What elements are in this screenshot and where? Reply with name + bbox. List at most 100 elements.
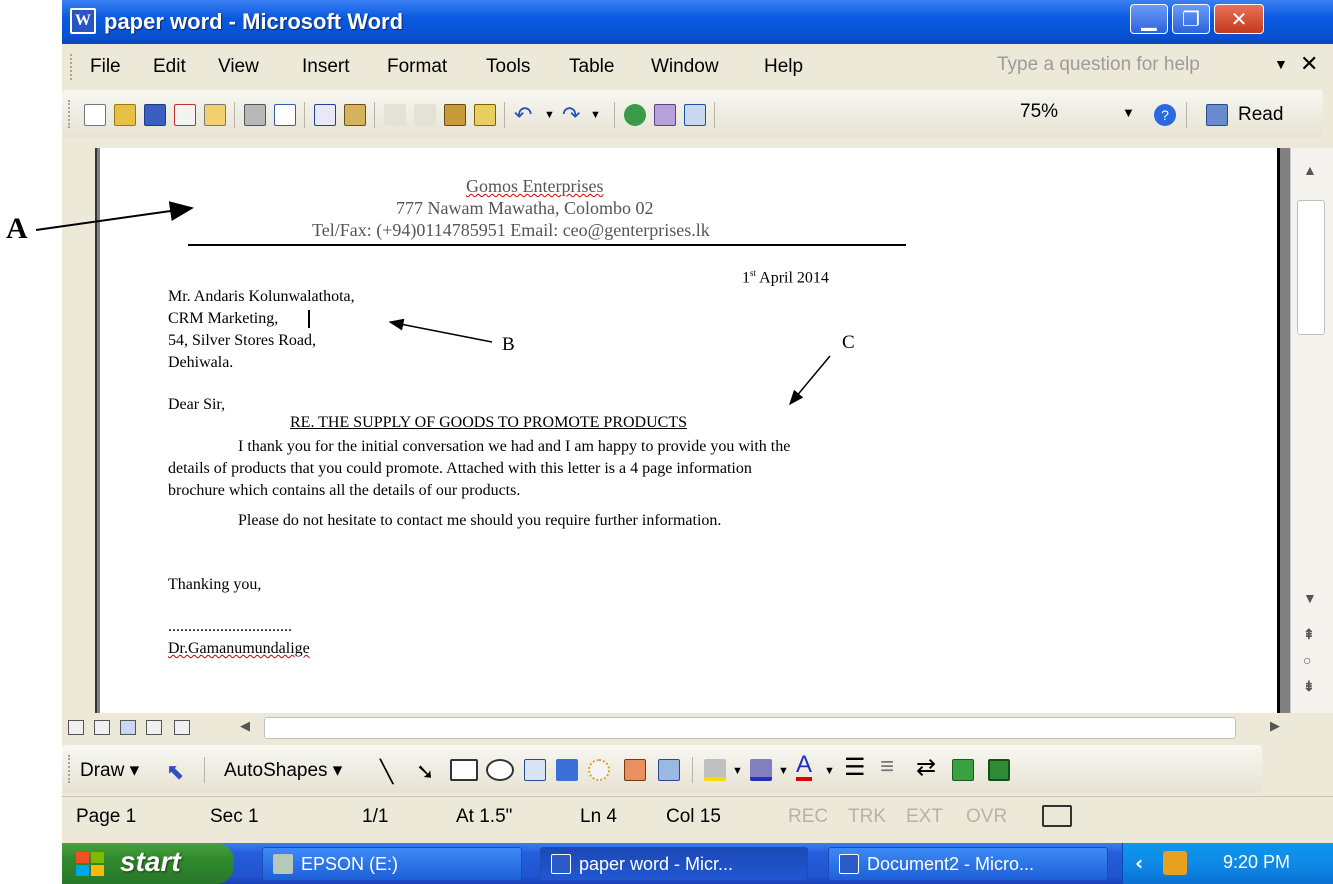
menu-view[interactable]: View	[218, 56, 259, 78]
insert-table-icon[interactable]	[684, 104, 706, 126]
normal-view-icon[interactable]	[68, 720, 84, 735]
zoom-dropdown-icon[interactable]: ▼	[1122, 105, 1135, 120]
start-button[interactable]: start	[62, 843, 234, 884]
select-objects-icon[interactable]: ⬉	[166, 759, 184, 785]
vertical-scrollbar[interactable]: ▲ ▼ ⇞ ○ ⇟	[1290, 148, 1333, 713]
menu-insert[interactable]: Insert	[302, 56, 350, 78]
redo-icon[interactable]: ↷	[562, 104, 584, 126]
print-preview-icon[interactable]	[274, 104, 296, 126]
toolbar-grip[interactable]	[68, 100, 71, 128]
font-color-dropdown-icon[interactable]: ▼	[824, 765, 835, 777]
close-button[interactable]: ✕	[1214, 4, 1264, 34]
menu-window[interactable]: Window	[651, 56, 719, 78]
cut-icon[interactable]	[384, 104, 406, 126]
status-rec[interactable]: REC	[788, 806, 828, 828]
vertical-ruler	[62, 148, 97, 713]
scroll-down-icon[interactable]: ▼	[1303, 590, 1317, 606]
save-icon[interactable]	[144, 104, 166, 126]
text-box-icon[interactable]	[524, 759, 546, 781]
spelling-icon[interactable]	[314, 104, 336, 126]
word-document-icon	[551, 854, 571, 874]
minimize-button[interactable]: ▁	[1130, 4, 1168, 34]
scroll-left-icon[interactable]: ◀	[240, 718, 250, 734]
open-icon[interactable]	[114, 104, 136, 126]
scroll-right-icon[interactable]: ▶	[1270, 718, 1280, 734]
zoom-box[interactable]: 75%	[1020, 101, 1058, 123]
undo-icon[interactable]: ↶	[514, 104, 536, 126]
email-icon[interactable]	[204, 104, 226, 126]
maximize-button[interactable]: ❐	[1172, 4, 1210, 34]
help-icon[interactable]: ?	[1154, 104, 1176, 126]
oval-icon[interactable]	[486, 759, 514, 781]
line-style-icon[interactable]: ☰	[844, 753, 866, 782]
help-dropdown-icon[interactable]: ▼	[1274, 56, 1288, 72]
document-close-icon[interactable]: ✕	[1300, 52, 1318, 77]
read-icon[interactable]	[1206, 104, 1228, 126]
font-color-icon[interactable]: A	[796, 753, 813, 781]
wordart-icon[interactable]	[556, 759, 578, 781]
hyperlink-icon[interactable]	[624, 104, 646, 126]
menu-tools[interactable]: Tools	[486, 56, 530, 78]
permission-icon[interactable]	[174, 104, 196, 126]
print-layout-view-icon[interactable]	[120, 720, 136, 735]
clock[interactable]: 9:20 PM	[1223, 852, 1290, 873]
menu-file[interactable]: File	[90, 56, 121, 78]
taskbar-button-epson[interactable]: EPSON (E:)	[262, 847, 522, 881]
ask-question-box[interactable]: Type a question for help	[997, 54, 1200, 76]
paste-icon[interactable]	[444, 104, 466, 126]
tables-borders-icon[interactable]	[654, 104, 676, 126]
diagram-icon[interactable]	[588, 759, 610, 781]
document-page[interactable]: Gomos Enterprises 777 Nawam Mawatha, Col…	[100, 148, 1280, 713]
menu-table[interactable]: Table	[569, 56, 614, 78]
arrow-icon[interactable]: ➘	[416, 759, 434, 785]
rectangle-icon[interactable]	[450, 759, 478, 781]
line-color-dropdown-icon[interactable]: ▼	[778, 765, 789, 777]
research-icon[interactable]	[344, 104, 366, 126]
format-painter-icon[interactable]	[474, 104, 496, 126]
dash-style-icon[interactable]: ≡	[880, 753, 894, 781]
vertical-scroll-thumb[interactable]	[1297, 200, 1325, 335]
menu-grip[interactable]	[70, 54, 73, 80]
reading-layout-view-icon[interactable]	[174, 720, 190, 735]
previous-page-icon[interactable]: ⇞	[1303, 626, 1315, 643]
horizontal-scrollbar[interactable]	[264, 717, 1236, 739]
menu-help[interactable]: Help	[764, 56, 803, 78]
shadow-icon[interactable]	[952, 759, 974, 781]
fill-color-icon[interactable]	[704, 759, 726, 781]
status-ext[interactable]: EXT	[906, 806, 943, 828]
copy-icon[interactable]	[414, 104, 436, 126]
word-app-icon[interactable]: W	[70, 8, 96, 34]
line-color-icon[interactable]	[750, 759, 772, 781]
new-icon[interactable]	[84, 104, 106, 126]
taskbar-button-document2[interactable]: Document2 - Micro...	[828, 847, 1108, 881]
line-icon[interactable]: ╲	[380, 759, 393, 785]
3d-icon[interactable]	[988, 759, 1010, 781]
web-layout-view-icon[interactable]	[94, 720, 110, 735]
clip-art-icon[interactable]	[624, 759, 646, 781]
select-browse-object-icon[interactable]: ○	[1303, 652, 1311, 668]
outline-view-icon[interactable]	[146, 720, 162, 735]
status-ovr[interactable]: OVR	[966, 806, 1007, 828]
print-icon[interactable]	[244, 104, 266, 126]
redo-dropdown-icon[interactable]: ▼	[590, 104, 612, 126]
arrow-style-icon[interactable]: ⇄	[916, 753, 936, 782]
annotation-arrows	[388, 318, 831, 406]
status-trk[interactable]: TRK	[848, 806, 886, 828]
tray-app-icon[interactable]	[1163, 851, 1187, 875]
menu-edit[interactable]: Edit	[153, 56, 186, 78]
title-bar[interactable]: W paper word - Microsoft Word ▁ ❐ ✕	[62, 0, 1333, 44]
tray-expand-icon[interactable]: ‹	[1135, 851, 1143, 875]
read-button[interactable]: Read	[1238, 104, 1283, 126]
autoshapes-menu[interactable]: AutoShapes ▾	[224, 759, 342, 782]
taskbar-button-paper-word[interactable]: paper word - Micr...	[540, 847, 808, 881]
scroll-up-icon[interactable]: ▲	[1303, 162, 1317, 178]
start-label: start	[120, 846, 181, 877]
picture-icon[interactable]	[658, 759, 680, 781]
next-page-icon[interactable]: ⇟	[1303, 678, 1315, 695]
draw-menu[interactable]: Draw ▾	[80, 759, 139, 782]
toolbar-separator	[692, 757, 693, 783]
menu-format[interactable]: Format	[387, 56, 447, 78]
drawing-toolbar-grip[interactable]	[68, 755, 71, 783]
spelling-status-icon[interactable]	[1042, 805, 1072, 827]
fill-color-dropdown-icon[interactable]: ▼	[732, 765, 743, 777]
